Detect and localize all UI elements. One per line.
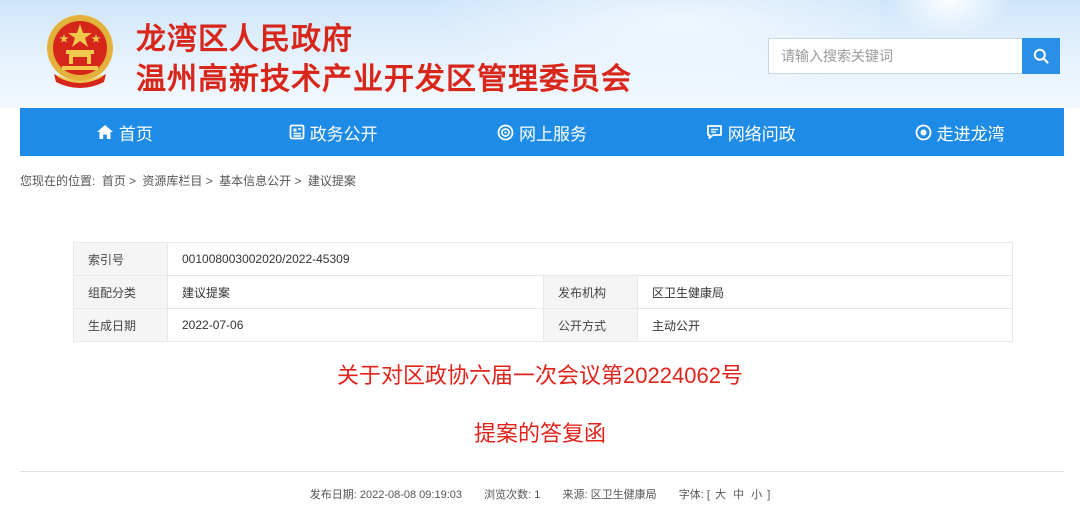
- breadcrumb-separator: >: [294, 174, 302, 188]
- category-value: 建议提案: [167, 275, 544, 309]
- document-info-table: 索引号 001008003002020/2022-45309 组配分类 建议提案…: [73, 242, 1013, 342]
- header-glow: [890, 0, 1010, 40]
- index-label: 索引号: [73, 242, 168, 276]
- site-title-line2: 温州高新技术产业开发区管理委员会: [136, 63, 632, 96]
- font-size-large-button[interactable]: 大: [715, 489, 726, 501]
- breadcrumb-item-proposals[interactable]: 建议提案: [308, 174, 356, 188]
- table-row: 索引号 001008003002020/2022-45309: [73, 242, 1013, 276]
- message-icon: [706, 125, 722, 139]
- article-meta: 发布日期: 2022-08-08 09:19:03 浏览次数: 1 来源: 区卫…: [0, 486, 1080, 502]
- font-size-small-button[interactable]: 小: [751, 489, 762, 501]
- mode-value: 主动公开: [637, 308, 1013, 342]
- font-size-medium-button[interactable]: 中: [733, 489, 744, 501]
- home-icon: [96, 125, 113, 139]
- font-size-bracket-close: ]: [767, 489, 771, 501]
- publish-date-value: 2022-08-08 09:19:03: [359, 489, 463, 501]
- nav-item-about[interactable]: 走进龙湾: [855, 108, 1064, 156]
- search-box: [768, 38, 1060, 74]
- font-size-label: 字体:: [678, 489, 704, 501]
- breadcrumb-item-resources[interactable]: 资源库栏目: [142, 174, 202, 188]
- publisher-label: 发布机构: [543, 275, 638, 309]
- nav-label-online-inquiry: 网络问政: [727, 124, 796, 144]
- national-emblem-icon: [47, 15, 113, 88]
- nav-item-online-service[interactable]: 网上服务: [438, 108, 647, 156]
- site-title-line1: 龙湾区人民政府: [136, 23, 353, 56]
- article-title-line1: 关于对区政协六届一次会议第20224062号: [337, 363, 743, 388]
- index-value: 001008003002020/2022-45309: [167, 242, 1013, 276]
- views-label: 浏览次数:: [484, 489, 532, 501]
- font-size-bracket-open: [: [706, 489, 710, 501]
- breadcrumb-item-basic-info[interactable]: 基本信息公开: [219, 174, 291, 188]
- main-nav: 首页 政务公开 网上服务 网络问政 走进龙湾: [20, 108, 1064, 156]
- nav-label-home: 首页: [118, 124, 153, 144]
- source-value: 区卫生健康局: [590, 489, 657, 501]
- mode-label: 公开方式: [543, 308, 638, 342]
- publisher-value: 区卫生健康局: [637, 275, 1013, 309]
- search-input[interactable]: [768, 38, 1022, 74]
- nav-item-home[interactable]: 首页: [20, 108, 229, 156]
- breadcrumb: 您现在的位置: 首页 > 资源库栏目 > 基本信息公开 > 建议提案: [20, 172, 356, 189]
- search-icon: [1033, 48, 1049, 64]
- breadcrumb-item-home[interactable]: 首页: [102, 174, 126, 188]
- table-row: 生成日期 2022-07-06 公开方式 主动公开: [73, 308, 1013, 342]
- divider: [20, 471, 1064, 472]
- search-button[interactable]: [1022, 38, 1060, 74]
- views-value: 1: [534, 489, 541, 501]
- breadcrumb-separator: >: [205, 174, 213, 188]
- nav-item-online-inquiry[interactable]: 网络问政: [646, 108, 855, 156]
- service-icon: [497, 124, 514, 140]
- nav-item-gov-affairs[interactable]: 政务公开: [229, 108, 438, 156]
- site-header: 龙湾区人民政府 温州高新技术产业开发区管理委员会: [0, 0, 1080, 108]
- article-title-line2: 提案的答复函: [473, 421, 606, 446]
- nav-label-online-service: 网上服务: [518, 124, 587, 144]
- date-value: 2022-07-06: [167, 308, 544, 342]
- category-label: 组配分类: [73, 275, 168, 309]
- document-icon: [289, 124, 305, 140]
- table-row: 组配分类 建议提案 发布机构 区卫生健康局: [73, 275, 1013, 309]
- source-label: 来源:: [562, 489, 588, 501]
- eye-icon: [915, 124, 931, 140]
- nav-label-about: 走进龙湾: [936, 124, 1005, 144]
- breadcrumb-separator: >: [129, 174, 137, 188]
- date-label: 生成日期: [73, 308, 168, 342]
- breadcrumb-prefix: 您现在的位置:: [20, 174, 96, 188]
- nav-label-gov-affairs: 政务公开: [309, 124, 378, 144]
- publish-date-label: 发布日期:: [309, 489, 357, 501]
